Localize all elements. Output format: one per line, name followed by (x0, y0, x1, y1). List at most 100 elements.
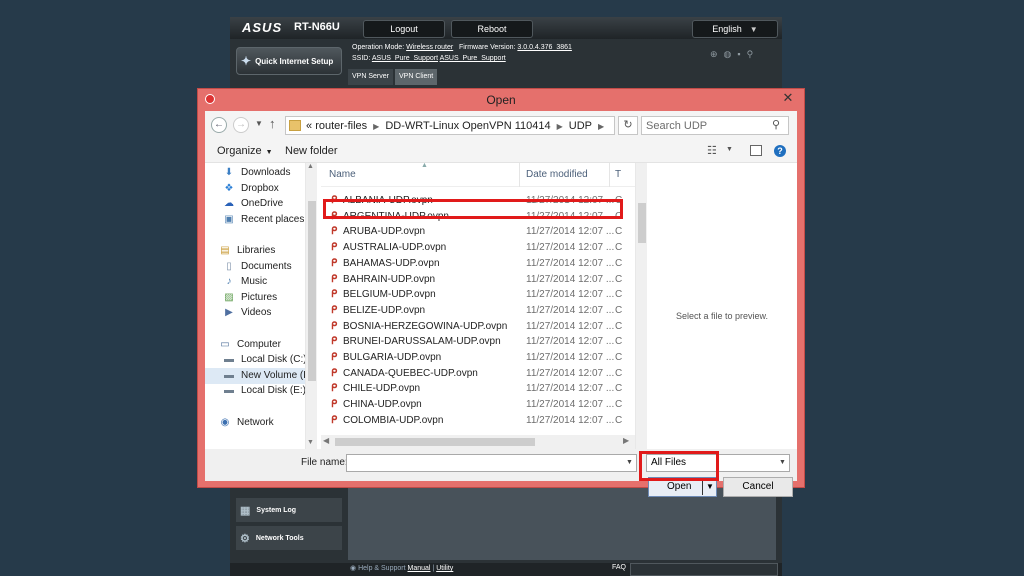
search-icon[interactable]: ⚲ (772, 118, 780, 131)
nav-item-dropbox[interactable]: ❖ Dropbox (205, 181, 305, 197)
preview-pane-icon[interactable] (750, 145, 762, 156)
file-type: C (615, 352, 623, 363)
file-row[interactable]: ᑭ BRUNEI-DARUSSALAM-UDP.ovpn 11/27/2014 12… (321, 334, 622, 349)
file-row[interactable]: ᑭ BELIZE-UDP.ovpn 11/27/2014 12:07 ... C (321, 303, 622, 318)
nav-item-new-volume-d[interactable]: ▬ New Volume (D (205, 367, 310, 384)
nav-item-label: Music (241, 276, 268, 288)
chevron-right-icon[interactable]: ▶ (373, 122, 379, 131)
file-row[interactable]: ᑭ BOSNIA-HERZEGOWINA-UDP.ovpn 11/27/2014 1… (321, 319, 622, 334)
manual-link[interactable]: Manual (408, 565, 431, 572)
operation-mode-link[interactable]: Wireless router (406, 44, 453, 51)
back-button[interactable]: ← (211, 117, 227, 133)
file-row[interactable]: ᑭ CHINA-UDP.ovpn 11/27/2014 12:07 ... C (321, 397, 622, 412)
scroll-thumb[interactable] (335, 438, 535, 446)
chevron-down-icon[interactable]: ▼ (726, 146, 733, 153)
scroll-right-icon[interactable]: ▶ (623, 436, 629, 445)
nav-item-onedrive[interactable]: ☁ OneDrive (205, 196, 305, 212)
sidebar-item-system-log[interactable]: ▦ System Log (236, 498, 342, 522)
quick-internet-setup-button[interactable]: ✦ Quick Internet Setup (236, 47, 342, 75)
network-tools-icon: ⚙ (240, 532, 250, 545)
chevron-right-icon[interactable]: ▶ (557, 122, 563, 131)
chevron-down-icon[interactable]: ▼ (626, 459, 633, 466)
file-row[interactable]: ᑭ BAHRAIN-UDP.ovpn 11/27/2014 12:07 ... C (321, 272, 622, 287)
ssid-link-1[interactable]: ASUS_Pure_Support (372, 55, 438, 62)
file-name-input[interactable] (346, 454, 637, 472)
column-divider[interactable] (609, 163, 610, 187)
system-log-icon: ▦ (240, 504, 251, 517)
nav-item-computer[interactable]: ▭ Computer (205, 337, 305, 353)
nav-item-pictures[interactable]: ▨ Pictures (205, 290, 305, 306)
new-folder-button[interactable]: New folder (285, 145, 338, 157)
chevron-right-icon[interactable]: ▶ (598, 122, 604, 131)
chevron-down-icon: ▼ (749, 25, 758, 34)
file-row[interactable]: ᑭ COLOMBIA-UDP.ovpn 11/27/2014 12:07 ... C (321, 413, 622, 428)
navigation-scrollbar[interactable]: ▲ ▼ (305, 163, 317, 449)
up-arrow-icon[interactable]: ↑ (269, 116, 276, 131)
column-divider[interactable] (519, 163, 520, 187)
search-box[interactable]: ⚲ (641, 116, 789, 135)
reboot-button[interactable]: Reboot (451, 20, 533, 38)
forward-button[interactable]: → (233, 117, 249, 133)
file-type: C (615, 367, 623, 379)
nav-item-label: Dropbox (241, 182, 279, 194)
scroll-thumb[interactable] (638, 203, 646, 243)
nav-item-downloads[interactable]: ⬇ Downloads (205, 165, 305, 181)
chevron-down-icon[interactable]: ▼ (706, 482, 714, 491)
wifi-status-icon: ◍ (723, 49, 738, 59)
file-list-scrollbar[interactable] (635, 163, 647, 449)
ovpn-file-icon: ᑭ (331, 273, 338, 285)
dialog-title-bar[interactable]: Open ✕ (198, 89, 804, 111)
nav-item-documents[interactable]: ▯ Documents (205, 259, 305, 275)
ssid-link-2[interactable]: ASUS_Pure_Support (440, 55, 506, 62)
file-row[interactable]: ᑭ AUSTRALIA-UDP.ovpn 11/27/2014 12:07 ... C (321, 240, 622, 255)
column-name[interactable]: Name (329, 169, 356, 180)
scroll-up-icon[interactable]: ▲ (307, 163, 314, 170)
search-input[interactable] (646, 118, 766, 133)
refresh-button[interactable]: ↻ (618, 116, 638, 135)
nav-item-local-disk-e[interactable]: ▬ Local Disk (E:) (205, 383, 306, 399)
nav-item-libraries[interactable]: ▤ Libraries (205, 243, 305, 259)
faq-link[interactable]: FAQ (612, 564, 626, 571)
breadcrumb-udp[interactable]: UDP (569, 120, 592, 132)
scroll-down-icon[interactable]: ▼ (307, 439, 314, 446)
close-button[interactable]: ✕ (773, 90, 803, 106)
column-date-modified[interactable]: Date modified (526, 169, 588, 180)
organize-button[interactable]: Organize ▼ (217, 145, 273, 157)
scroll-thumb[interactable] (308, 201, 316, 381)
logout-button[interactable]: Logout (363, 20, 445, 38)
file-row[interactable]: ᑭ ARUBA-UDP.ovpn 11/27/2014 12:07 ... C (321, 224, 622, 239)
file-row[interactable]: ᑭ BELGIUM-UDP.ovpn 11/27/2014 12:07 ... C (321, 287, 622, 302)
tab-vpn-client[interactable]: VPN Client (395, 69, 438, 85)
scroll-left-icon[interactable]: ◀ (323, 436, 329, 445)
utility-link[interactable]: Utility (436, 565, 453, 572)
nav-item-recent-places[interactable]: ▣ Recent places (205, 212, 305, 228)
nav-item-label: Documents (241, 260, 292, 272)
breadcrumb-openvpn[interactable]: DD-WRT-Linux OpenVPN 110414 (385, 120, 550, 132)
cancel-button[interactable]: Cancel (723, 477, 793, 497)
help-icon[interactable]: ? (774, 145, 786, 157)
breadcrumb-router-files[interactable]: router-files (315, 120, 367, 132)
file-row[interactable]: ᑭ CHILE-UDP.ovpn 11/27/2014 12:07 ... C (321, 381, 622, 396)
file-row[interactable]: ᑭ BULGARIA-UDP.ovpn 11/27/2014 12:07 ... C (321, 350, 623, 365)
nav-item-network[interactable]: ◉ Network (205, 415, 305, 431)
recent-places-icon: ▣ (224, 213, 234, 225)
firmware-link[interactable]: 3.0.0.4.376_3861 (517, 44, 572, 51)
tab-vpn-server[interactable]: VPN Server (348, 69, 393, 85)
column-type[interactable]: T (615, 169, 621, 180)
file-row[interactable]: ᑭ CANADA-QUEBEC-UDP.ovpn 11/27/2014 12:07 … (321, 366, 623, 381)
recent-locations-icon[interactable]: ▼ (255, 119, 263, 128)
sidebar-item-network-tools[interactable]: ⚙ Network Tools (236, 526, 342, 550)
chevron-down-icon[interactable]: ▼ (779, 459, 786, 466)
router-search-box[interactable] (630, 563, 778, 576)
breadcrumb-overflow[interactable]: « (306, 120, 312, 132)
nav-item-music[interactable]: ♪ Music (205, 274, 305, 290)
dialog-title: Open (486, 93, 516, 107)
file-row[interactable]: ᑭ BAHAMAS-UDP.ovpn 11/27/2014 12:07 ... C (321, 256, 622, 271)
file-list-horizontal-scrollbar[interactable]: ◀ ▶ (321, 435, 635, 449)
language-select[interactable]: English ▼ (692, 20, 778, 38)
nav-item-local-disk-c[interactable]: ▬ Local Disk (C:) (205, 352, 307, 368)
address-bar[interactable]: « router-files ▶ DD-WRT-Linux OpenVPN 1104… (285, 116, 688, 135)
view-options-icon[interactable]: ☷ (707, 144, 717, 157)
nav-item-videos[interactable]: ▶ Videos (205, 305, 305, 321)
